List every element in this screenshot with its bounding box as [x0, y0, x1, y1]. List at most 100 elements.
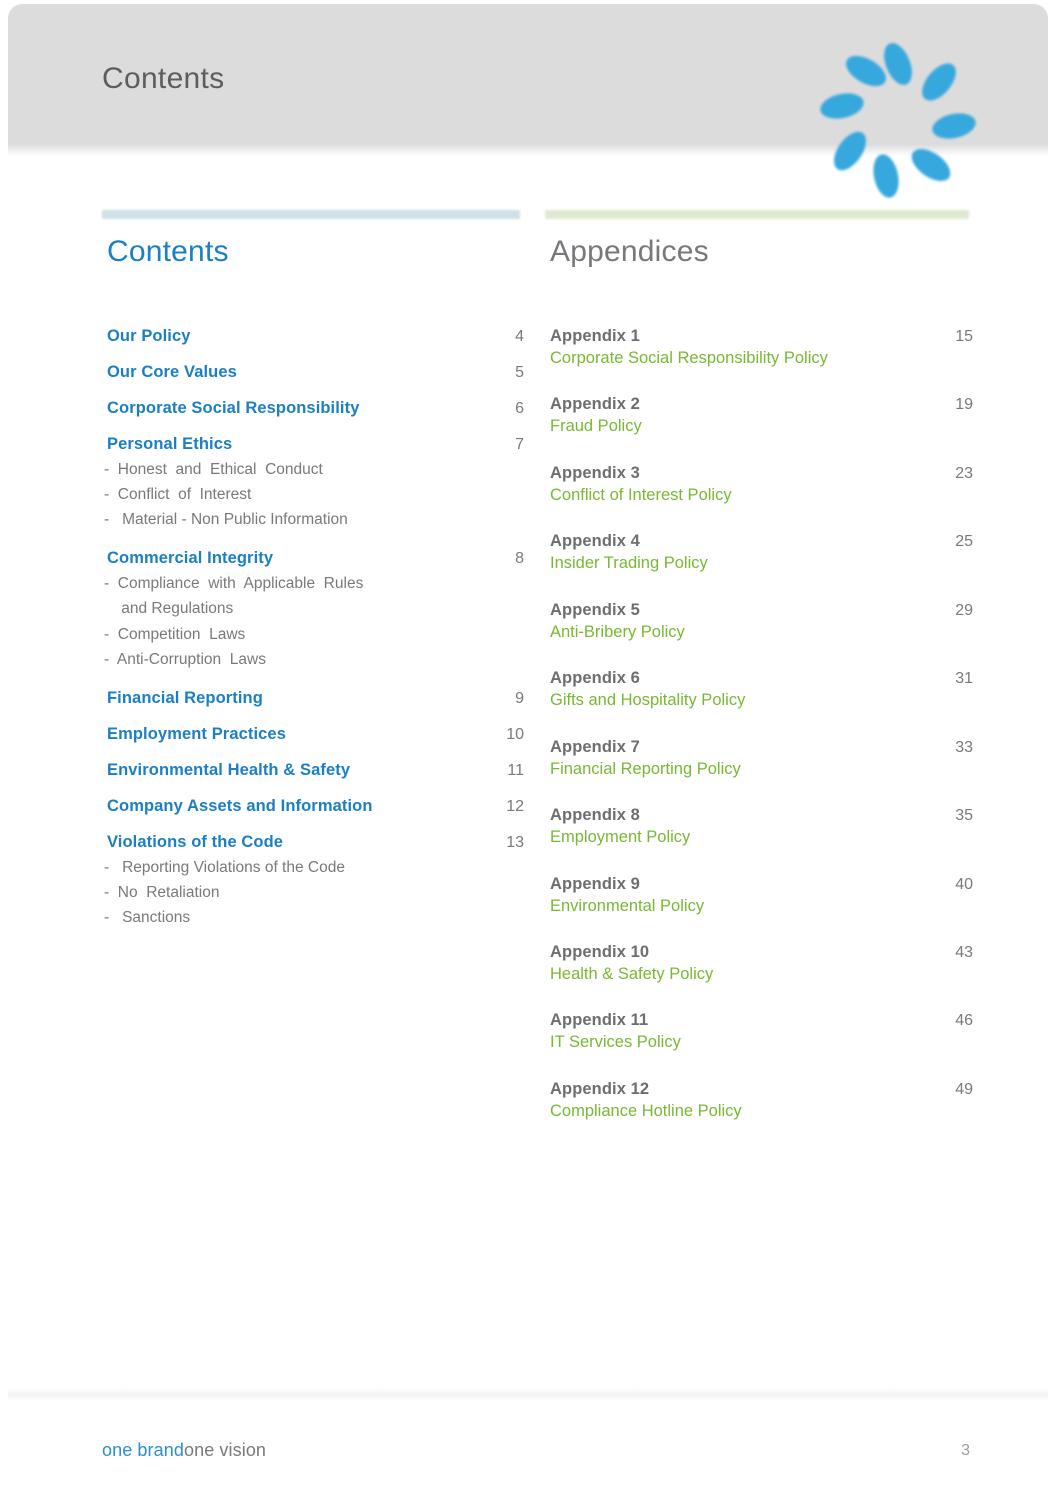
- toc-entry-head[interactable]: Violations of the Code 13: [102, 833, 524, 852]
- contents-column-title: Contents: [107, 235, 229, 268]
- appendix-entry-page-number: 40: [955, 875, 973, 893]
- toc-entry-head[interactable]: Our Policy 4: [102, 327, 524, 346]
- appendix-policy-name[interactable]: Gifts and Hospitality Policy: [545, 690, 973, 711]
- appendix-entry-head[interactable]: Appendix 2 19: [545, 395, 973, 414]
- appendix-entry-page-number: 49: [955, 1080, 973, 1098]
- toc-entry-page-number: 9: [515, 689, 524, 707]
- toc-subitem[interactable]: - No Retaliation: [102, 880, 524, 905]
- appendix-entry-head[interactable]: Appendix 8 35: [545, 806, 973, 825]
- appendices-column: Appendices Appendix 1 15 Corporate Social …: [545, 210, 973, 1148]
- toc-subitem-list: - Compliance with Applicable Rules and R…: [102, 571, 524, 671]
- toc-entry-page-number: 7: [515, 436, 524, 453]
- toc-subitem[interactable]: - Material - Non Public Information: [102, 507, 524, 532]
- appendix-policy-name[interactable]: IT Services Policy: [545, 1032, 973, 1053]
- appendix-entry-head[interactable]: Appendix 4 25: [545, 532, 973, 551]
- appendix-entry[interactable]: Appendix 3 23 Conflict of Interest Policy: [545, 464, 973, 506]
- appendix-entry-head[interactable]: Appendix 6 31: [545, 669, 973, 688]
- appendix-entry-label: Appendix 12: [550, 1079, 650, 1098]
- appendix-entry[interactable]: Appendix 12 49 Compliance Hotline Policy: [545, 1080, 973, 1122]
- toc-subitem[interactable]: - Honest and Ethical Conduct: [102, 457, 524, 482]
- toc-subitem[interactable]: - Anti-Corruption Laws: [102, 647, 524, 672]
- appendix-policy-name[interactable]: Conflict of Interest Policy: [545, 485, 973, 506]
- toc-entry[interactable]: Corporate Social Responsibility 6: [102, 399, 524, 418]
- appendix-policy-name[interactable]: Fraud Policy: [545, 416, 973, 437]
- appendix-entry-label: Appendix 10: [550, 942, 650, 961]
- appendix-policy-name[interactable]: Employment Policy: [545, 827, 973, 848]
- appendix-entry-head[interactable]: Appendix 1 15: [545, 327, 973, 346]
- appendix-policy-name[interactable]: Corporate Social Responsibility Policy: [545, 348, 973, 369]
- toc-subitem[interactable]: and Regulations: [102, 596, 524, 621]
- contents-divider-rule: [102, 210, 520, 219]
- appendix-entry[interactable]: Appendix 2 19 Fraud Policy: [545, 395, 973, 437]
- toc-entry-head[interactable]: Company Assets and Information 12: [102, 797, 524, 816]
- toc-subitem[interactable]: - Reporting Violations of the Code: [102, 855, 524, 880]
- toc-entry-page-number: 5: [515, 364, 524, 381]
- toc-subitem[interactable]: - Competition Laws: [102, 622, 524, 647]
- toc-entry-head[interactable]: Commercial Integrity 8: [102, 549, 524, 568]
- appendix-entry-page-number: 23: [955, 464, 973, 482]
- toc-entry-head[interactable]: Corporate Social Responsibility 6: [102, 399, 524, 418]
- toc-entry[interactable]: Company Assets and Information 12: [102, 797, 524, 816]
- toc-entry[interactable]: Our Core Values 5: [102, 363, 524, 382]
- toc-entry-page-number: 13: [506, 833, 524, 851]
- appendix-entry[interactable]: Appendix 4 25 Insider Trading Policy: [545, 532, 973, 574]
- appendix-entry[interactable]: Appendix 5 29 Anti-Bribery Policy: [545, 601, 973, 643]
- appendix-entry[interactable]: Appendix 1 15 Corporate Social Responsibil…: [545, 327, 973, 369]
- appendix-entry[interactable]: Appendix 10 43 Health & Safety Policy: [545, 943, 973, 985]
- toc-entry-head[interactable]: Our Core Values 5: [102, 363, 524, 382]
- toc-entry[interactable]: Employment Practices 10: [102, 725, 524, 744]
- appendix-entry-head[interactable]: Appendix 10 43: [545, 943, 973, 962]
- appendix-policy-name[interactable]: Insider Trading Policy: [545, 553, 973, 574]
- appendix-entry-head[interactable]: Appendix 5 29: [545, 601, 973, 620]
- toc-entry[interactable]: Personal Ethics 7 - Honest and Ethical Con…: [102, 435, 524, 532]
- appendix-policy-name[interactable]: Compliance Hotline Policy: [545, 1101, 973, 1122]
- appendix-entry-head[interactable]: Appendix 3 23: [545, 464, 973, 483]
- appendix-entry-page-number: 35: [955, 807, 973, 825]
- toc-entry-head[interactable]: Personal Ethics 7: [102, 435, 524, 454]
- appendix-entry-page-number: 25: [955, 533, 973, 551]
- toc-entry-label: Personal Ethics: [107, 435, 233, 453]
- appendix-policy-name[interactable]: Anti-Bribery Policy: [545, 622, 973, 643]
- page-header-title: Contents: [102, 62, 225, 95]
- toc-entry-head[interactable]: Environmental Health & Safety 11: [102, 761, 524, 780]
- appendix-entry-label: Appendix 7: [550, 737, 640, 756]
- appendix-policy-name[interactable]: Health & Safety Policy: [545, 964, 973, 985]
- appendix-entry-head[interactable]: Appendix 12 49: [545, 1080, 973, 1099]
- appendix-entry[interactable]: Appendix 9 40 Environmental Policy: [545, 875, 973, 917]
- appendix-entry-label: Appendix 1: [550, 327, 640, 345]
- toc-subitem[interactable]: - Compliance with Applicable Rules: [102, 571, 524, 596]
- appendix-entry[interactable]: Appendix 8 35 Employment Policy: [545, 806, 973, 848]
- toc-entry-page-number: 6: [515, 400, 524, 417]
- footer-brand: one brandone vision: [102, 1440, 266, 1461]
- footer-brand-secondary: one vision: [183, 1440, 267, 1460]
- document-page: Contents Contents Our Policy 4 Our Core Va…: [8, 4, 1048, 1496]
- appendix-entry-page-number: 33: [955, 738, 973, 756]
- toc-entry[interactable]: Commercial Integrity 8 - Compliance with A…: [102, 549, 524, 671]
- appendix-entry-head[interactable]: Appendix 9 40: [545, 875, 973, 894]
- appendix-entry-label: Appendix 9: [550, 874, 640, 893]
- appendix-policy-name[interactable]: Financial Reporting Policy: [545, 759, 973, 780]
- toc-subitem[interactable]: - Conflict of Interest: [102, 482, 524, 507]
- toc-entry-head[interactable]: Financial Reporting 9: [102, 689, 524, 708]
- toc-entry-head[interactable]: Employment Practices 10: [102, 725, 524, 744]
- appendix-entry-label: Appendix 2: [550, 395, 640, 414]
- appendix-entry-page-number: 31: [955, 670, 973, 688]
- toc-entry[interactable]: Financial Reporting 9: [102, 689, 524, 708]
- toc-entry[interactable]: Our Policy 4: [102, 327, 524, 346]
- appendix-policy-name[interactable]: Environmental Policy: [545, 896, 973, 917]
- toc-entry[interactable]: Violations of the Code 13 - Reporting Viol…: [102, 833, 524, 930]
- appendix-entry[interactable]: Appendix 6 31 Gifts and Hospitality Policy: [545, 669, 973, 711]
- appendix-entry-head[interactable]: Appendix 11 46: [545, 1011, 973, 1030]
- appendix-entry-page-number: 15: [955, 328, 973, 345]
- appendix-entry[interactable]: Appendix 7 33 Financial Reporting Policy: [545, 738, 973, 780]
- appendix-entry-label: Appendix 4: [550, 532, 640, 551]
- toc-subitem[interactable]: - Sanctions: [102, 905, 524, 930]
- toc-entry-label: Employment Practices: [107, 724, 286, 743]
- toc-entry-label: Commercial Integrity: [107, 549, 274, 568]
- footer-divider: [8, 1387, 1048, 1401]
- toc-entry[interactable]: Environmental Health & Safety 11: [102, 761, 524, 780]
- appendix-entry-label: Appendix 5: [550, 600, 640, 619]
- appendix-entry[interactable]: Appendix 11 46 IT Services Policy: [545, 1011, 973, 1053]
- appendix-entry-page-number: 29: [955, 601, 973, 619]
- appendix-entry-head[interactable]: Appendix 7 33: [545, 738, 973, 757]
